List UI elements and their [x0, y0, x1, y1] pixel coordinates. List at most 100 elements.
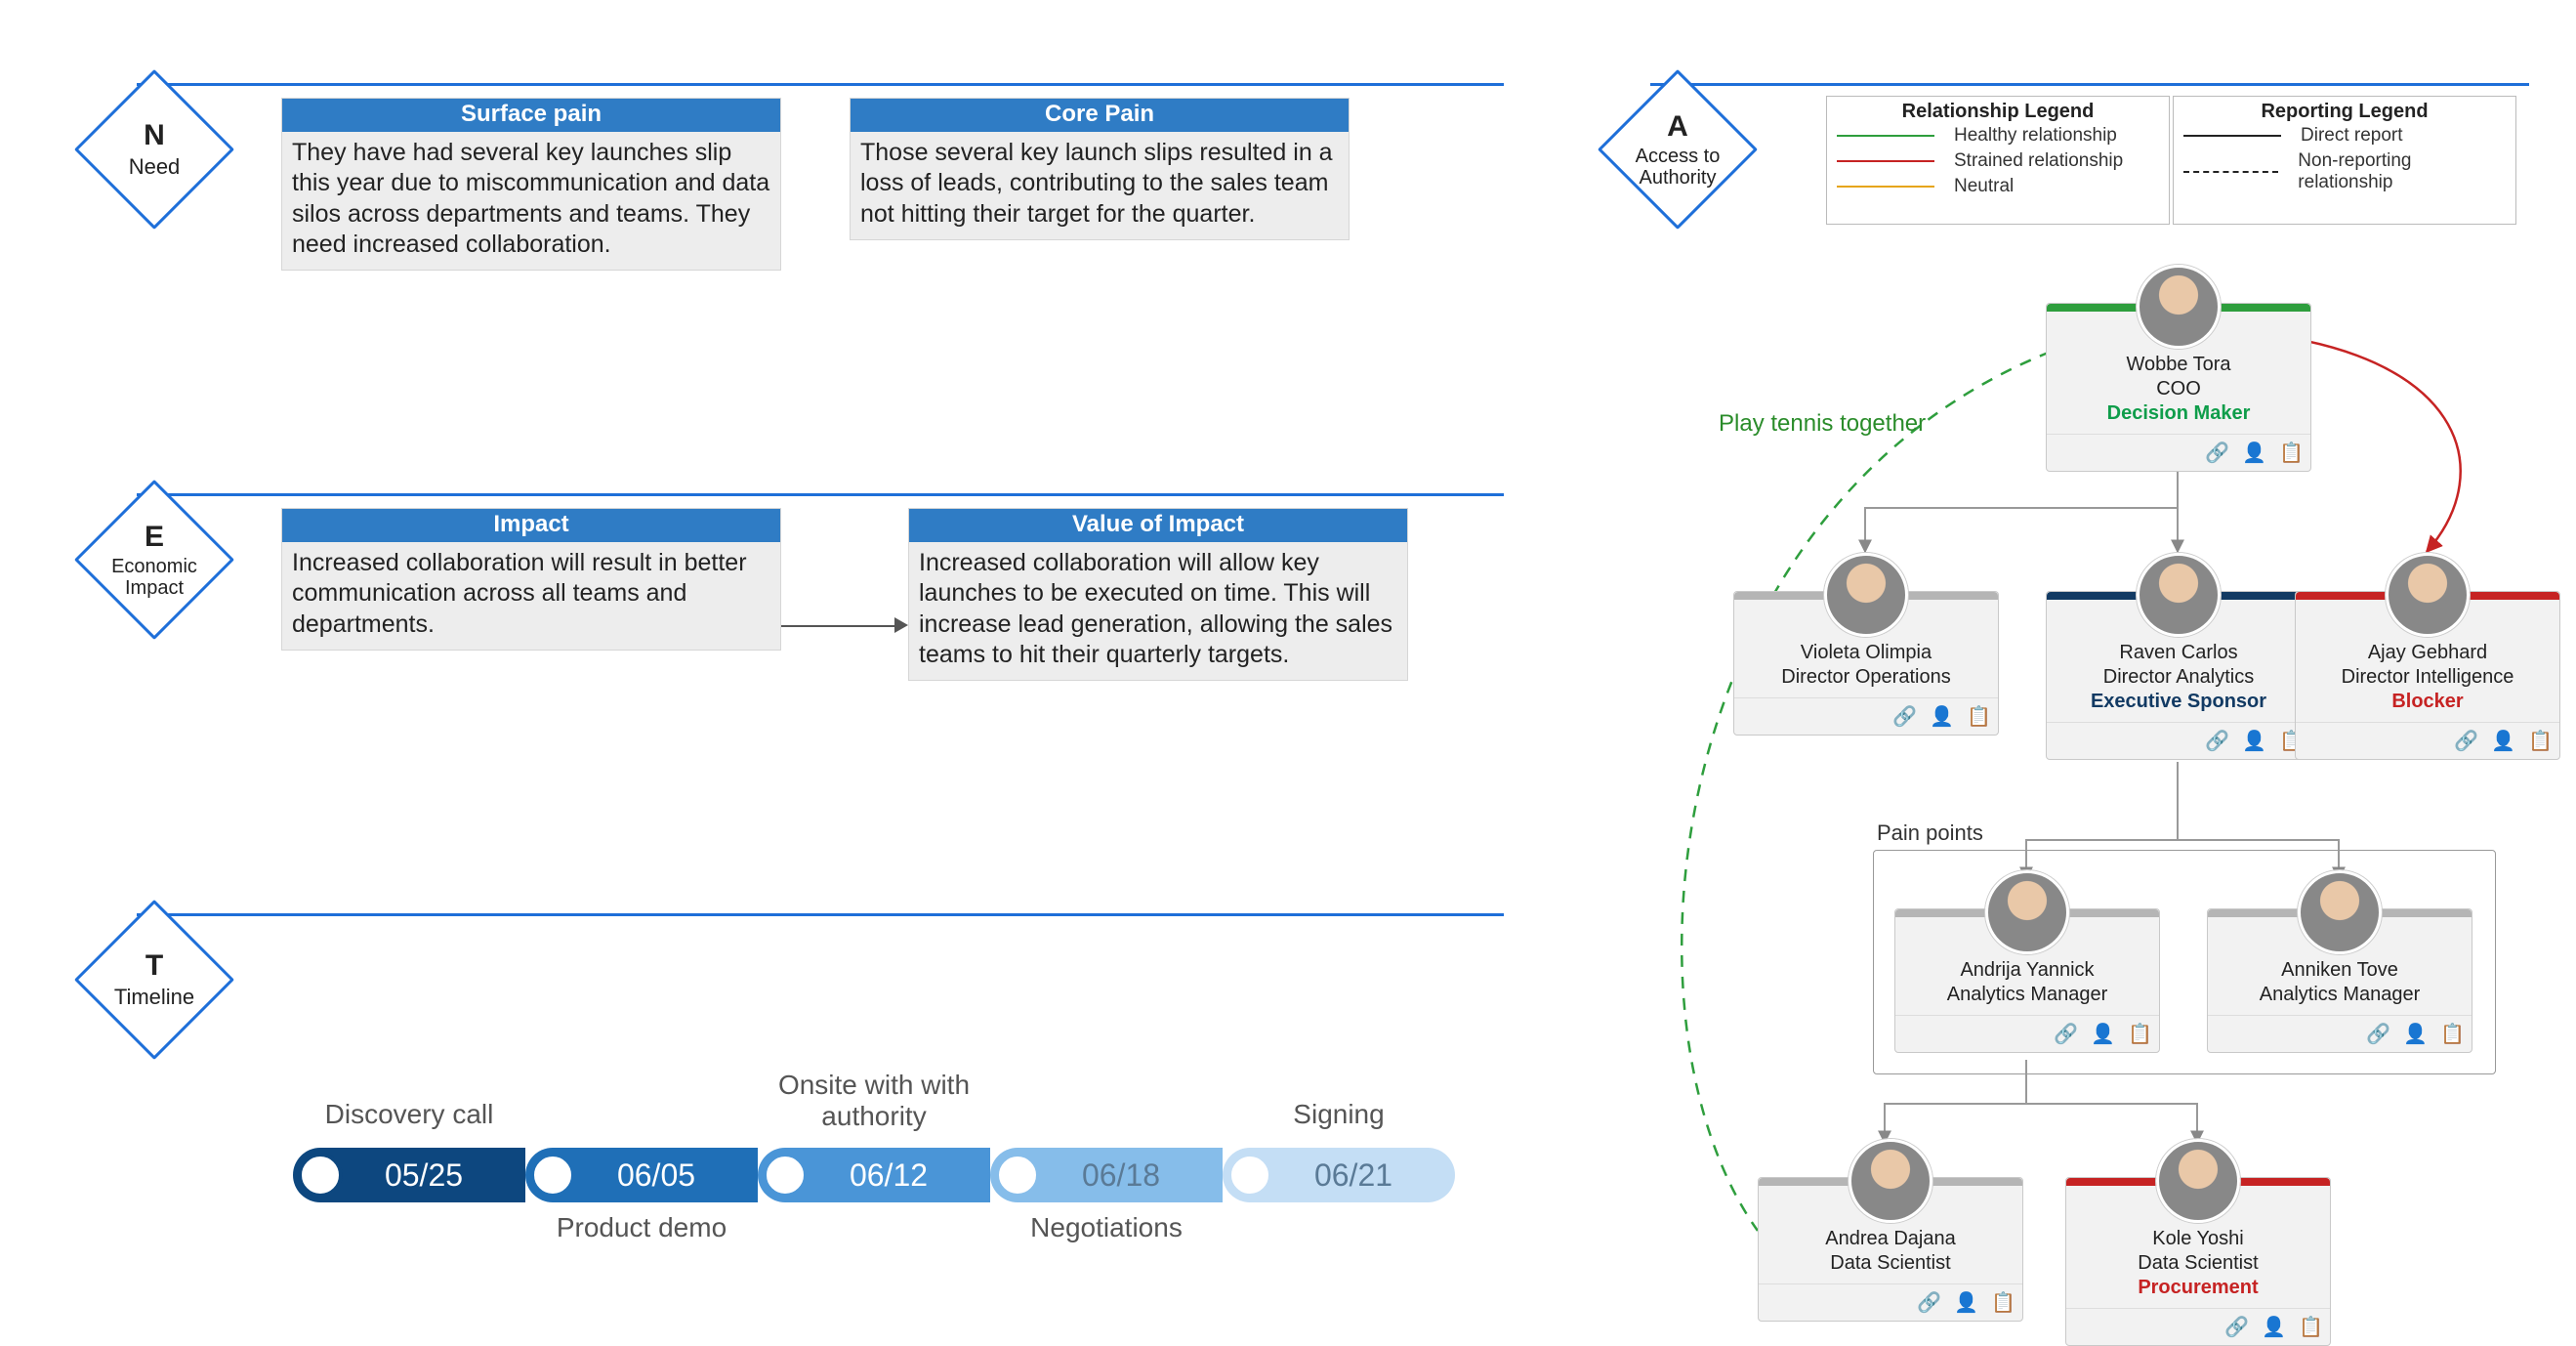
person-name: Raven Carlos	[2055, 641, 2303, 665]
avatar	[2386, 553, 2470, 637]
person-title: Director Operations	[1742, 665, 1990, 690]
link-icon[interactable]: 🔗	[1892, 704, 1914, 729]
person-icon[interactable]: 👤	[2262, 1315, 2283, 1339]
timeline-label: Discovery call	[293, 1099, 525, 1130]
timeline-date: 06/21	[1285, 1157, 1392, 1194]
diamond-econ: E Economic Impact	[74, 480, 234, 640]
timeline-label: Signing	[1223, 1099, 1455, 1130]
notes-icon[interactable]: 📋	[2299, 1315, 2320, 1339]
card-icon-row: 🔗 👤 📋	[2066, 1308, 2330, 1345]
avatar	[2298, 870, 2382, 954]
person-card-ds2[interactable]: Kole YoshiData ScientistProcurement🔗👤📋	[2065, 1177, 2331, 1346]
diamond-letter: N	[144, 119, 165, 152]
pain-points-label: Pain points	[1877, 820, 1983, 846]
card-impact: Impact Increased collaboration will resu…	[281, 508, 781, 651]
notes-icon[interactable]: 📋	[2528, 729, 2550, 753]
notes-icon[interactable]: 📋	[2128, 1022, 2149, 1046]
avatar	[2156, 1139, 2240, 1223]
link-icon[interactable]: 🔗	[2205, 729, 2226, 753]
person-icon[interactable]: 👤	[2091, 1022, 2112, 1046]
legend-reporting: Reporting Legend Direct report Non-report…	[2173, 96, 2516, 225]
notes-icon[interactable]: 📋	[1967, 704, 1988, 729]
legend-swatch	[2183, 135, 2281, 137]
person-card-anlx[interactable]: Raven CarlosDirector AnalyticsExecutive …	[2046, 591, 2311, 760]
timeline-date: 06/05	[588, 1157, 695, 1194]
annotation-tennis: Play tennis together	[1719, 410, 1926, 438]
avatar	[2137, 553, 2221, 637]
card-title: Core Pain	[851, 99, 1349, 132]
person-tag: Decision Maker	[2055, 401, 2303, 426]
person-icon[interactable]: 👤	[2403, 1022, 2425, 1046]
timeline-date: 06/18	[1053, 1157, 1160, 1194]
card-icon-row: 🔗 👤 📋	[1895, 1015, 2159, 1052]
diamond-label: Need	[129, 154, 181, 180]
legend-swatch	[1837, 135, 1934, 137]
person-card-intel[interactable]: Ajay GebhardDirector IntelligenceBlocker…	[2295, 591, 2560, 760]
card-body: Increased collaboration will allow key l…	[909, 542, 1407, 680]
link-icon[interactable]: 🔗	[1917, 1290, 1938, 1315]
person-icon[interactable]: 👤	[1930, 704, 1951, 729]
timeline-label: Negotiations	[990, 1212, 1223, 1243]
person-title: COO	[2055, 377, 2303, 401]
timeline-label: Onsite with with authority	[758, 1070, 990, 1132]
legend-title: Relationship Legend	[1827, 97, 2169, 123]
person-card-mgr2[interactable]: Anniken ToveAnalytics Manager 🔗 👤 📋	[2207, 908, 2472, 1053]
person-card-ds1[interactable]: Andrea DajanaData Scientist🔗👤📋	[1758, 1177, 2023, 1322]
person-card-ops[interactable]: Violeta OlimpiaDirector Operations 🔗 👤 📋	[1733, 591, 1999, 736]
avatar	[1985, 870, 2069, 954]
person-icon[interactable]: 👤	[2491, 729, 2513, 753]
diamond-letter: A	[1667, 110, 1688, 144]
diamond-need: N Need	[74, 69, 234, 230]
notes-icon[interactable]: 📋	[2279, 441, 2301, 465]
legend-row: Neutral	[1827, 174, 2169, 199]
card-body: Increased collaboration will result in b…	[282, 542, 780, 650]
person-icon[interactable]: 👤	[2242, 729, 2264, 753]
timeline-node	[1227, 1153, 1272, 1198]
person-icon[interactable]: 👤	[1954, 1290, 1975, 1315]
section-line-need	[137, 83, 1504, 86]
person-card-mgr1[interactable]: Andrija YannickAnalytics Manager🔗👤📋	[1894, 908, 2160, 1053]
timeline-node	[298, 1153, 343, 1198]
card-icon-row: 🔗👤📋	[2047, 722, 2310, 759]
legend-label: Healthy relationship	[1954, 125, 2117, 147]
person-name: Violeta Olimpia	[1742, 641, 1990, 665]
link-icon[interactable]: 🔗	[2054, 1022, 2075, 1046]
link-icon[interactable]: 🔗	[2366, 1022, 2388, 1046]
diamond-label: Economic Impact	[101, 556, 208, 599]
legend-label: Direct report	[2301, 125, 2403, 147]
legend-title: Reporting Legend	[2174, 97, 2515, 123]
card-surface-pain: Surface pain They have had several key l…	[281, 98, 781, 271]
legend-relationship: Relationship Legend Healthy relationship…	[1826, 96, 2170, 225]
link-icon[interactable]: 🔗	[2224, 1315, 2246, 1339]
card-icon-row: 🔗 👤 📋	[2208, 1015, 2472, 1052]
person-name: Andrija Yannick	[1903, 958, 2151, 983]
legend-label: Strained relationship	[1954, 150, 2123, 172]
diamond-letter: E	[145, 521, 164, 554]
person-name: Wobbe Tora	[2055, 353, 2303, 377]
person-title: Director Intelligence	[2304, 665, 2552, 690]
person-title: Analytics Manager	[2216, 983, 2464, 1007]
person-name: Andrea Dajana	[1766, 1227, 2015, 1251]
link-icon[interactable]: 🔗	[2454, 729, 2475, 753]
section-line-access	[1650, 83, 2529, 86]
person-icon[interactable]: 👤	[2242, 441, 2264, 465]
diamond-access: A Access to Authority	[1598, 69, 1758, 230]
person-tag: Blocker	[2304, 690, 2552, 714]
arrow-impact-to-value	[781, 625, 894, 627]
section-line-timeline	[137, 913, 1504, 916]
notes-icon[interactable]: 📋	[1991, 1290, 2013, 1315]
legend-label: Non-reporting relationship	[2298, 150, 2506, 193]
card-core-pain: Core Pain Those several key launch slips…	[850, 98, 1350, 240]
notes-icon[interactable]: 📋	[2440, 1022, 2462, 1046]
person-tag: Executive Sponsor	[2055, 690, 2303, 714]
person-name: Ajay Gebhard	[2304, 641, 2552, 665]
link-icon[interactable]: 🔗	[2205, 441, 2226, 465]
person-title: Director Analytics	[2055, 665, 2303, 690]
timeline-date: 05/25	[355, 1157, 463, 1194]
person-name: Anniken Tove	[2216, 958, 2464, 983]
person-title: Data Scientist	[2074, 1251, 2322, 1276]
card-title: Surface pain	[282, 99, 780, 132]
legend-swatch	[2183, 171, 2278, 173]
person-card-coo[interactable]: Wobbe ToraCOODecision Maker 🔗 👤 📋	[2046, 303, 2311, 472]
section-line-econ	[137, 493, 1504, 496]
